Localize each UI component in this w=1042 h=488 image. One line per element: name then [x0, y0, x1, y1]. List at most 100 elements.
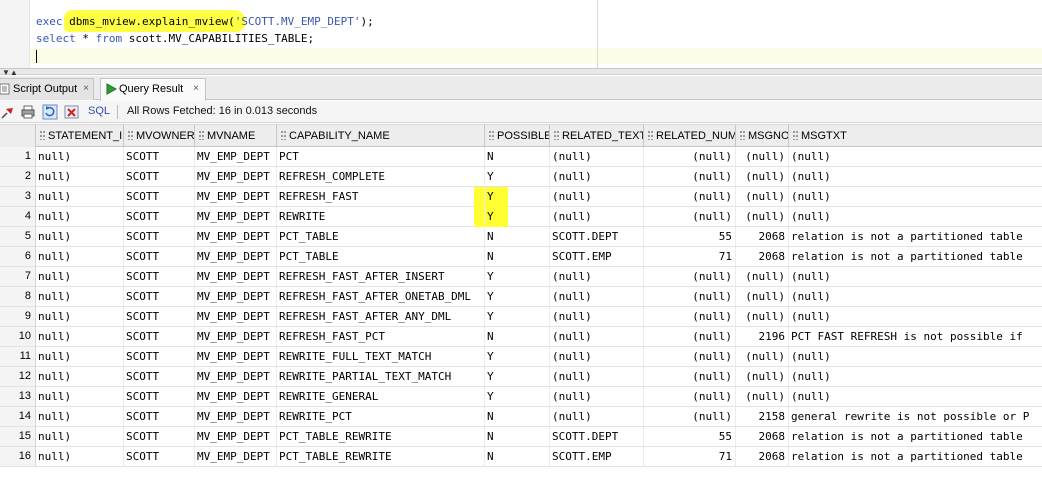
table-row[interactable]: 9 null) SCOTT MV_EMP_DEPT REFRESH_FAST_AFTER… [0, 307, 1042, 327]
table-row[interactable]: 3 null) SCOTT MV_EMP_DEPT REFRESH_FAST Y (null… [0, 187, 1042, 207]
column-header[interactable]: POSSIBLE [485, 125, 550, 147]
column-header[interactable]: RELATED_TEXT [550, 125, 644, 147]
msgtxt-cell[interactable]: (null) [789, 287, 1042, 306]
capability-name-cell[interactable]: PCT [277, 147, 485, 166]
mvowner-cell[interactable]: SCOTT [124, 287, 195, 306]
related-num-cell[interactable]: 55 [644, 227, 736, 246]
table-row[interactable]: 1 null) SCOTT MV_EMP_DEPT PCT N (null) (null) (n… [0, 147, 1042, 167]
table-row[interactable]: 12 null) SCOTT MV_EMP_DEPT REWRITE_PARTIAL_T… [0, 367, 1042, 387]
msgtxt-cell[interactable]: (null) [789, 207, 1042, 226]
related-num-cell[interactable]: (null) [644, 207, 736, 226]
capability-name-cell[interactable]: REWRITE_PCT [277, 407, 485, 426]
print-icon[interactable] [20, 104, 36, 120]
related-num-cell[interactable]: (null) [644, 327, 736, 346]
statement-id-cell[interactable]: null) [36, 267, 124, 286]
capability-name-cell[interactable]: REWRITE_GENERAL [277, 387, 485, 406]
msgno-cell[interactable]: (null) [736, 307, 789, 326]
sql-link[interactable]: SQL [88, 105, 110, 117]
related-text-cell[interactable]: (null) [550, 347, 644, 366]
mvname-cell[interactable]: MV_EMP_DEPT [195, 327, 277, 346]
mvowner-cell[interactable]: SCOTT [124, 367, 195, 386]
mvowner-cell[interactable]: SCOTT [124, 447, 195, 466]
code-line-1[interactable]: exec dbms_mview.explain_mview('SCOTT.MV_… [36, 14, 374, 30]
related-num-cell[interactable]: (null) [644, 347, 736, 366]
msgno-cell[interactable]: (null) [736, 167, 789, 186]
related-text-cell[interactable]: (null) [550, 387, 644, 406]
related-num-cell[interactable]: 71 [644, 447, 736, 466]
possible-cell[interactable]: Y [485, 287, 550, 306]
mvowner-cell[interactable]: SCOTT [124, 427, 195, 446]
capability-name-cell[interactable]: REFRESH_FAST_PCT [277, 327, 485, 346]
sql-editor[interactable]: exec dbms_mview.explain_mview('SCOTT.MV_… [0, 0, 1042, 68]
capability-name-cell[interactable]: REFRESH_FAST_AFTER_INSERT [277, 267, 485, 286]
statement-id-cell[interactable]: null) [36, 407, 124, 426]
mvname-cell[interactable]: MV_EMP_DEPT [195, 167, 277, 186]
related-num-cell[interactable]: (null) [644, 267, 736, 286]
possible-cell[interactable]: Y [485, 387, 550, 406]
related-num-cell[interactable]: (null) [644, 367, 736, 386]
msgno-cell[interactable]: (null) [736, 387, 789, 406]
possible-cell[interactable]: Y [485, 267, 550, 286]
table-row[interactable]: 11 null) SCOTT MV_EMP_DEPT REWRITE_FULL_TEXT… [0, 347, 1042, 367]
table-row[interactable]: 7 null) SCOTT MV_EMP_DEPT REFRESH_FAST_AFTER… [0, 267, 1042, 287]
possible-cell[interactable]: N [485, 227, 550, 246]
mvname-cell[interactable]: MV_EMP_DEPT [195, 147, 277, 166]
msgno-cell[interactable]: (null) [736, 187, 789, 206]
msgno-cell[interactable]: (null) [736, 287, 789, 306]
possible-cell[interactable]: Y [485, 167, 550, 186]
mvname-cell[interactable]: MV_EMP_DEPT [195, 187, 277, 206]
possible-cell[interactable]: N [485, 327, 550, 346]
mvname-cell[interactable]: MV_EMP_DEPT [195, 247, 277, 266]
mvname-cell[interactable]: MV_EMP_DEPT [195, 227, 277, 246]
possible-cell[interactable]: Y [485, 347, 550, 366]
msgtxt-cell[interactable]: (null) [789, 267, 1042, 286]
column-header[interactable]: RELATED_NUM [644, 125, 736, 147]
statement-id-cell[interactable]: null) [36, 207, 124, 226]
possible-cell[interactable]: Y [485, 207, 550, 226]
mvowner-cell[interactable]: SCOTT [124, 327, 195, 346]
capability-name-cell[interactable]: PCT_TABLE_REWRITE [277, 447, 485, 466]
statement-id-cell[interactable]: null) [36, 427, 124, 446]
code-line-2[interactable]: select * from scott.MV_CAPABILITIES_TABL… [36, 31, 314, 47]
related-text-cell[interactable]: (null) [550, 327, 644, 346]
mvname-cell[interactable]: MV_EMP_DEPT [195, 347, 277, 366]
related-num-cell[interactable]: 55 [644, 427, 736, 446]
related-num-cell[interactable]: (null) [644, 307, 736, 326]
possible-cell[interactable]: Y [485, 307, 550, 326]
capability-name-cell[interactable]: REFRESH_FAST [277, 187, 485, 206]
mvname-cell[interactable]: MV_EMP_DEPT [195, 267, 277, 286]
msgno-cell[interactable]: 2068 [736, 227, 789, 246]
capability-name-cell[interactable]: PCT_TABLE [277, 227, 485, 246]
related-text-cell[interactable]: (null) [550, 267, 644, 286]
tab-query-result[interactable]: Query Result × [100, 78, 206, 101]
msgtxt-cell[interactable]: (null) [789, 367, 1042, 386]
msgtxt-cell[interactable]: (null) [789, 307, 1042, 326]
related-num-cell[interactable]: 71 [644, 247, 736, 266]
msgno-cell[interactable]: (null) [736, 267, 789, 286]
related-text-cell[interactable]: (null) [550, 207, 644, 226]
mvname-cell[interactable]: MV_EMP_DEPT [195, 287, 277, 306]
table-row[interactable]: 16 null) SCOTT MV_EMP_DEPT PCT_TABLE_REWRITE… [0, 447, 1042, 467]
mvowner-cell[interactable]: SCOTT [124, 267, 195, 286]
related-num-cell[interactable]: (null) [644, 287, 736, 306]
mvowner-cell[interactable]: SCOTT [124, 407, 195, 426]
statement-id-cell[interactable]: null) [36, 367, 124, 386]
possible-cell[interactable]: N [485, 407, 550, 426]
msgtxt-cell[interactable]: (null) [789, 147, 1042, 166]
mvowner-cell[interactable]: SCOTT [124, 207, 195, 226]
msgno-cell[interactable]: (null) [736, 207, 789, 226]
table-row[interactable]: 15 null) SCOTT MV_EMP_DEPT PCT_TABLE_REWRITE… [0, 427, 1042, 447]
msgtxt-cell[interactable]: (null) [789, 347, 1042, 366]
column-header[interactable]: MVNAME [195, 125, 277, 147]
msgno-cell[interactable]: 2068 [736, 247, 789, 266]
msgno-cell[interactable]: 2158 [736, 407, 789, 426]
related-text-cell[interactable]: (null) [550, 287, 644, 306]
column-header[interactable]: STATEMENT_ID [36, 125, 124, 147]
capability-name-cell[interactable]: REFRESH_FAST_AFTER_ONETAB_DML [277, 287, 485, 306]
related-num-cell[interactable]: (null) [644, 167, 736, 186]
mvowner-cell[interactable]: SCOTT [124, 227, 195, 246]
possible-cell[interactable]: N [485, 427, 550, 446]
table-row[interactable]: 2 null) SCOTT MV_EMP_DEPT REFRESH_COMPLETE Y(… [0, 167, 1042, 187]
statement-id-cell[interactable]: null) [36, 247, 124, 266]
msgno-cell[interactable]: 2068 [736, 427, 789, 446]
